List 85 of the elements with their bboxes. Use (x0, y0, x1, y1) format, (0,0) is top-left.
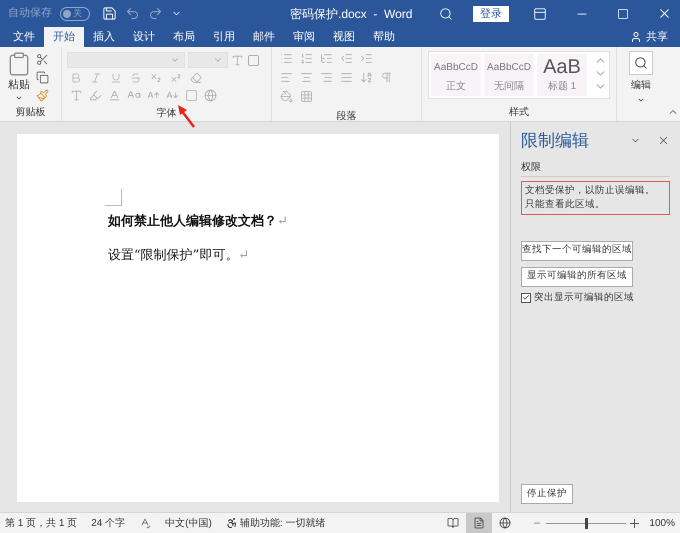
justify-icon[interactable] (340, 71, 353, 84)
style-item[interactable]: AaB 标题 1 (537, 54, 587, 96)
ribbon-tab[interactable]: 设计 (124, 27, 164, 47)
document-paragraph: 如何禁止他人编辑修改文档？↵ (108, 212, 289, 231)
subscript-icon[interactable] (150, 72, 162, 84)
ribbon-tab[interactable]: 插入 (84, 27, 124, 47)
group-label: 剪贴板 (16, 106, 46, 120)
shading-icon[interactable] (280, 90, 293, 103)
caret-icon (637, 96, 645, 104)
message-line: 只能查看此区域。 (525, 198, 606, 212)
undo-icon[interactable] (125, 6, 140, 21)
zoom-level[interactable]: 100% (649, 516, 675, 530)
italic-icon[interactable] (90, 72, 102, 84)
language-status[interactable]: 中文(中国) (165, 516, 212, 530)
pilcrow-icon[interactable] (380, 71, 393, 84)
stop-protection-button[interactable]: 停止保护 (521, 484, 573, 504)
group-label: 字体 (156, 106, 176, 121)
align-right-icon[interactable] (320, 71, 333, 84)
search-icon[interactable] (439, 6, 453, 20)
zoom-slider[interactable] (546, 518, 626, 528)
zoom-in-icon[interactable] (630, 518, 640, 528)
pane-button[interactable]: 查找下一个可编辑的区域 (521, 240, 633, 260)
pane-button[interactable]: 显示可编辑的所有区域 (521, 266, 633, 286)
highlighter-icon[interactable] (89, 88, 102, 102)
section-label: 权限 (521, 160, 670, 176)
margin-corner-mark (105, 189, 122, 206)
increase-indent-icon[interactable] (360, 52, 373, 65)
ribbon-tab[interactable]: 帮助 (364, 27, 404, 47)
print-view-icon (473, 517, 486, 529)
ribbon-tab[interactable]: 布局 (164, 27, 204, 47)
ribbon-tab[interactable]: 开始 (44, 27, 84, 47)
borders-icon[interactable] (300, 90, 313, 103)
pane-title: 限制编辑 (521, 130, 589, 152)
autosave-label: 自动保存 (8, 6, 52, 22)
search-icon (634, 56, 648, 70)
paste-button[interactable]: 粘贴 (6, 51, 32, 105)
style-item[interactable]: AaBbCcD 正文 (431, 54, 481, 96)
superscript-icon[interactable] (170, 72, 182, 84)
share-button[interactable]: 共享 (622, 27, 676, 47)
copy-icon[interactable] (36, 71, 49, 84)
align-center-icon[interactable] (300, 71, 313, 84)
accessibility-status[interactable]: 辅助功能: 一切就绪 (226, 516, 326, 530)
format-painter-icon[interactable] (36, 89, 49, 102)
cut-icon[interactable] (36, 53, 49, 66)
page-count[interactable]: 第 1 页，共 1 页 (5, 516, 78, 530)
decrease-indent-icon[interactable] (340, 52, 353, 65)
align-left-icon[interactable] (280, 71, 293, 84)
bold-icon[interactable] (70, 72, 82, 84)
strikethrough-icon[interactable] (130, 72, 142, 84)
style-item[interactable]: AaBbCcD 无间隔 (484, 54, 534, 96)
word-count[interactable]: 24 个字 (91, 516, 126, 530)
ribbon-tab[interactable]: 文件 (4, 27, 44, 47)
ribbon-tab[interactable]: 引用 (204, 27, 244, 47)
message-line: 文档受保护，以防止误编辑。 (525, 184, 656, 198)
font-color-icon[interactable] (108, 88, 121, 102)
ribbon-tab[interactable]: 审阅 (284, 27, 324, 47)
annotation-arrow (176, 104, 196, 128)
sort-icon[interactable] (360, 71, 373, 84)
maximize-icon[interactable] (617, 8, 629, 20)
proofing-icon[interactable] (139, 517, 152, 529)
eraser-icon[interactable] (190, 72, 202, 84)
zoom-thumb[interactable] (585, 518, 588, 528)
redo-icon[interactable] (148, 6, 163, 21)
web-view-icon (499, 517, 512, 529)
save-icon[interactable] (102, 6, 117, 21)
ribbon-tab[interactable]: 视图 (324, 27, 364, 47)
group-label: 样式 (509, 106, 529, 120)
font-size-field[interactable] (188, 52, 228, 68)
editing-button[interactable]: 编辑 (629, 51, 653, 104)
sign-in-button[interactable]: 登录 (473, 6, 509, 22)
accessibility-icon (226, 517, 238, 529)
font-name-field[interactable] (67, 52, 185, 68)
person-icon (630, 31, 642, 43)
ribbon-display-icon[interactable] (533, 6, 547, 20)
highlight-checkbox[interactable]: 突出显示可编辑的区域 (521, 290, 670, 305)
text-effect-icon[interactable] (70, 88, 83, 102)
multilevel-list-icon[interactable] (320, 52, 333, 65)
numbering-icon[interactable] (300, 52, 313, 65)
read-view-icon (447, 517, 460, 529)
group-label: 段落 (336, 110, 356, 124)
window-title: 密码保护.docx - Word (290, 6, 412, 22)
ribbon-tab[interactable]: 邮件 (244, 27, 284, 47)
document-paragraph: 设置“限制保护”即可。↵ (108, 246, 250, 264)
underline-icon[interactable] (110, 72, 122, 84)
checkbox[interactable] (521, 292, 531, 303)
